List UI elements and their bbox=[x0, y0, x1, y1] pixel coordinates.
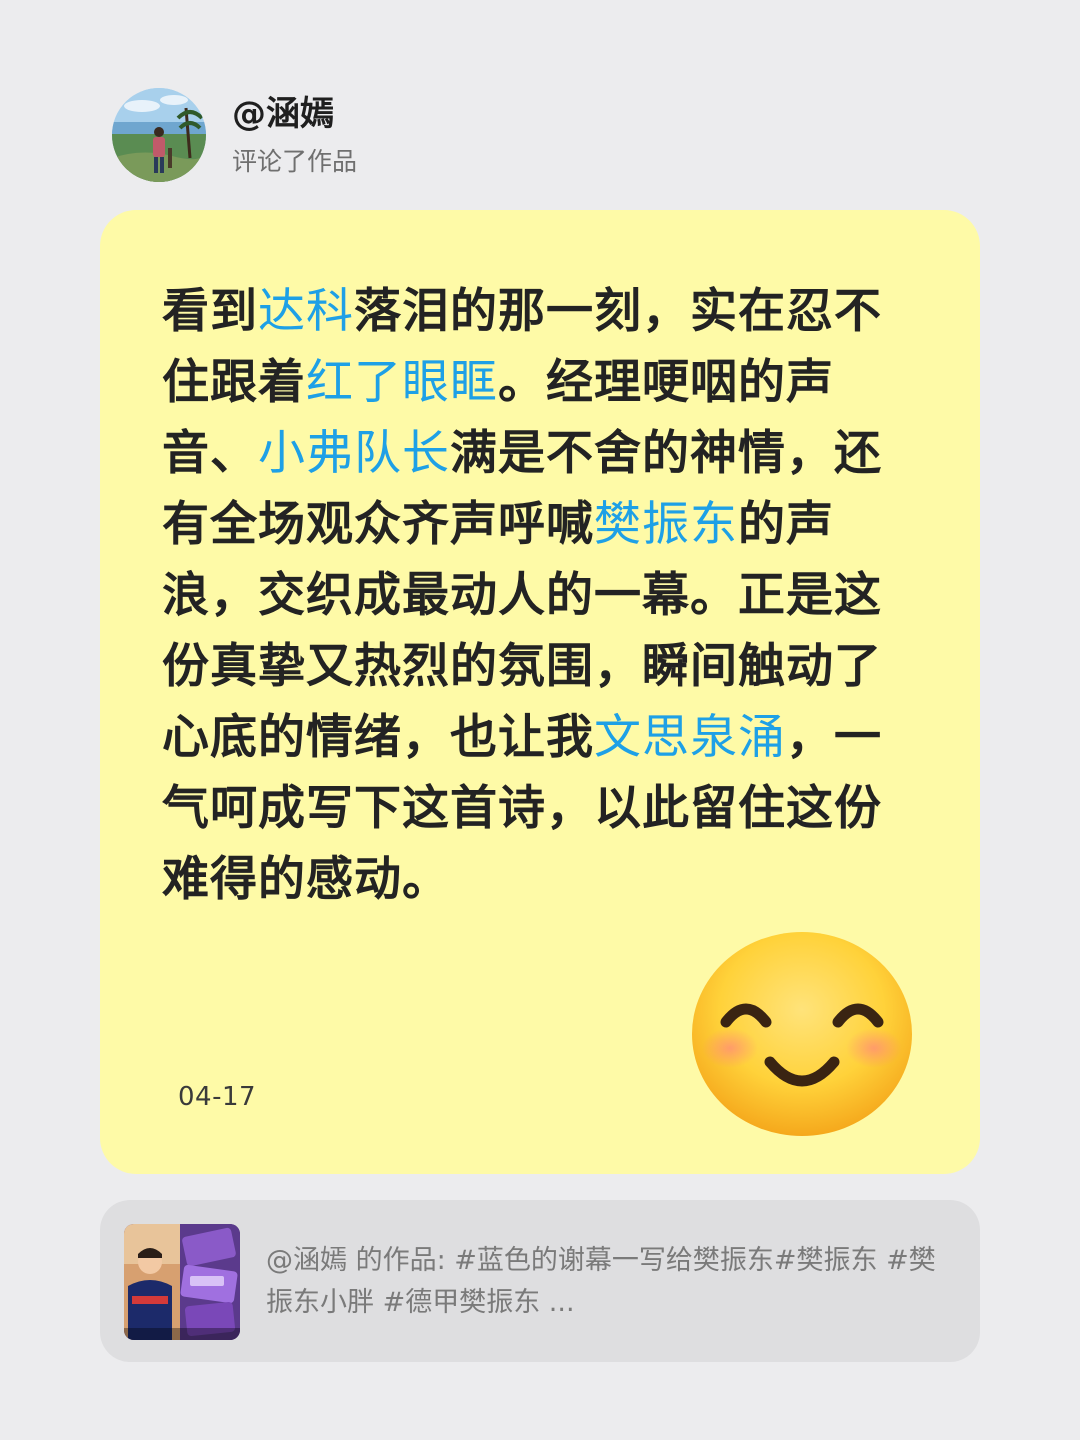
referenced-work-card[interactable]: @涵嫣 的作品: #蓝色的谢幕一写给樊振东#樊振东 #樊振东小胖 #德甲樊振东 … bbox=[100, 1200, 980, 1362]
work-thumbnail[interactable] bbox=[124, 1224, 240, 1340]
username[interactable]: @涵嫣 bbox=[232, 94, 357, 134]
work-description[interactable]: @涵嫣 的作品: #蓝色的谢幕一写给樊振东#樊振东 #樊振东小胖 #德甲樊振东 … bbox=[266, 1240, 936, 1324]
comment-segment: 看到 bbox=[162, 284, 258, 339]
comment-card: 看到达科落泪的那一刻，实在忍不住跟着红了眼眶。经理哽咽的声音、小弗队长满是不舍的… bbox=[100, 210, 980, 1174]
comment-header: @涵嫣 评论了作品 bbox=[112, 88, 357, 182]
comment-text: 看到达科落泪的那一刻，实在忍不住跟着红了眼眶。经理哽咽的声音、小弗队长满是不舍的… bbox=[162, 276, 922, 915]
user-info: @涵嫣 评论了作品 bbox=[232, 92, 357, 178]
avatar-photo bbox=[112, 88, 206, 182]
action-text: 评论了作品 bbox=[232, 147, 358, 176]
work-thumbnail-image bbox=[124, 1224, 240, 1340]
comment-keyword: 达科 bbox=[258, 284, 354, 339]
avatar[interactable] bbox=[112, 88, 206, 182]
smiling-face-emoji-icon bbox=[690, 930, 914, 1138]
comment-keyword: 小弗队长 bbox=[258, 426, 450, 481]
comment-date: 04-17 bbox=[178, 1082, 257, 1112]
comment-keyword: 文思泉涌 bbox=[594, 710, 786, 765]
comment-keyword: 红了眼眶 bbox=[306, 355, 498, 410]
comment-keyword: 樊振东 bbox=[594, 497, 738, 552]
